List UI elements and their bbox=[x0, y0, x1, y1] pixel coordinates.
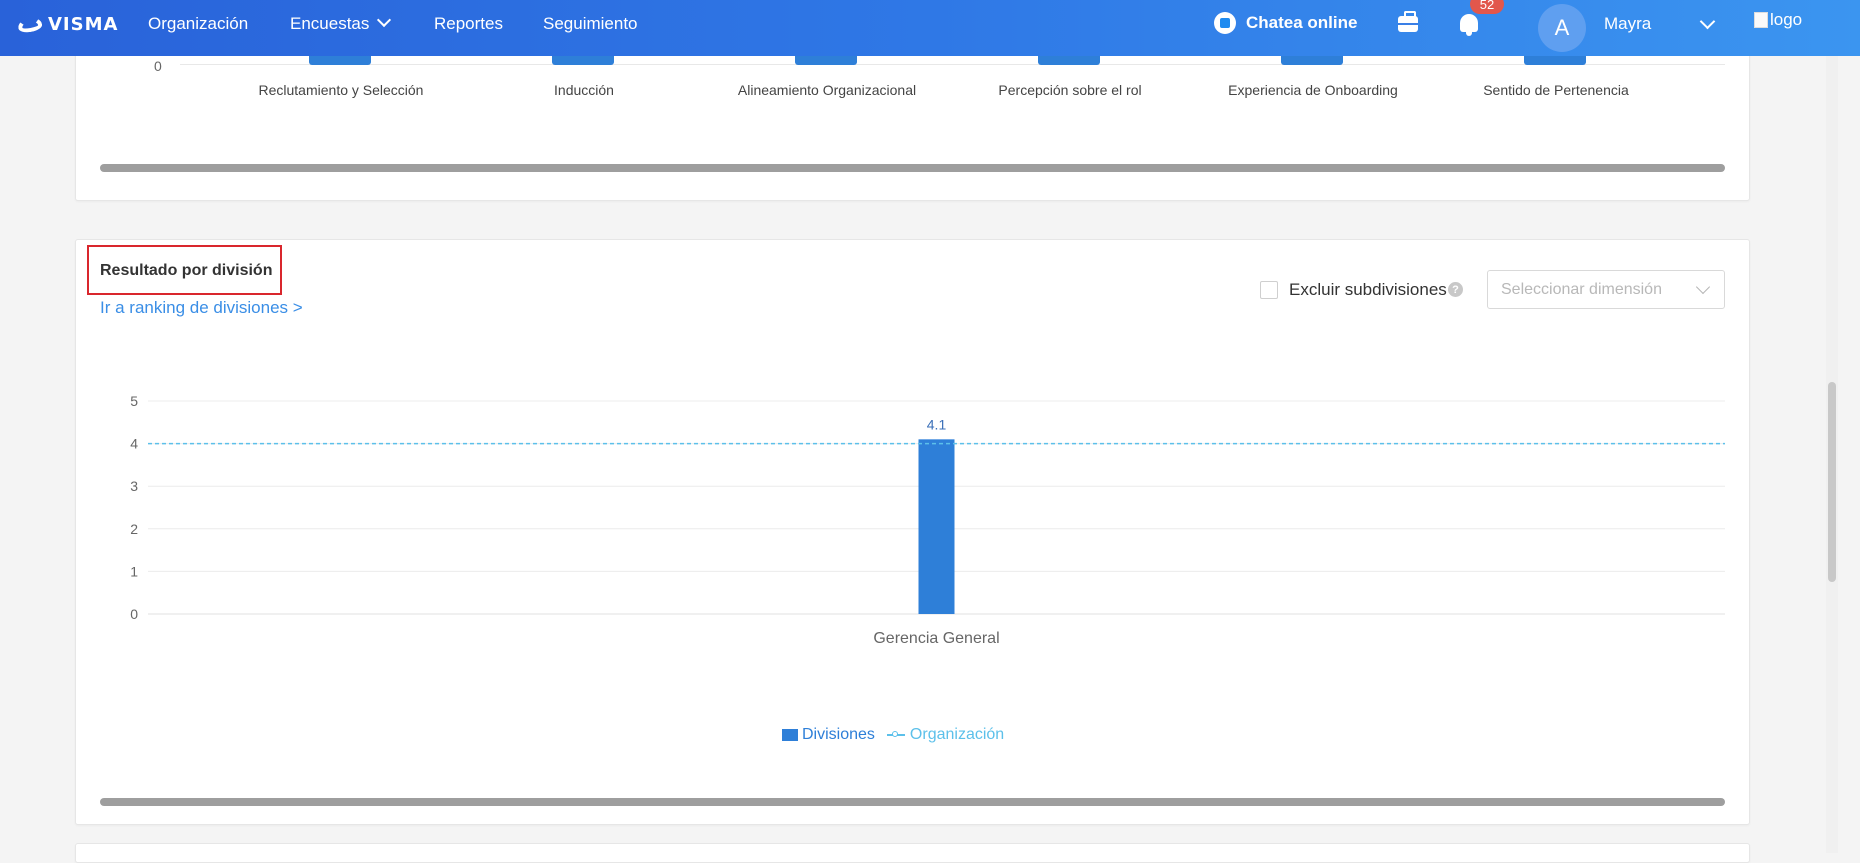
bar[interactable] bbox=[918, 439, 955, 614]
nav-item-reportes[interactable]: Reportes bbox=[434, 14, 503, 34]
y-tick-label: 5 bbox=[130, 393, 138, 409]
user-name[interactable]: Mayra bbox=[1604, 14, 1651, 34]
legend-item-organization[interactable]: Organización bbox=[886, 726, 1005, 744]
chat-icon bbox=[1214, 12, 1236, 34]
data-label: 4.1 bbox=[927, 416, 947, 432]
y-tick-label: 0 bbox=[130, 606, 138, 622]
chat-label: Chatea online bbox=[1246, 13, 1358, 32]
notification-badge: 52 bbox=[1470, 0, 1504, 14]
y-tick-label: 4 bbox=[130, 436, 138, 452]
broken-image-icon bbox=[1754, 12, 1768, 28]
chevron-down-icon[interactable] bbox=[1699, 13, 1716, 30]
nav-item-encuestas[interactable]: Encuestas bbox=[290, 12, 392, 34]
chat-online-button[interactable]: Chatea online bbox=[1214, 12, 1357, 34]
legend-swatch bbox=[886, 731, 905, 737]
chart-legend: Divisiones Organización bbox=[782, 726, 1004, 744]
scrollbar-thumb[interactable] bbox=[1828, 382, 1836, 582]
x-tick-label: Gerencia General bbox=[873, 630, 999, 647]
y-tick-label: 3 bbox=[130, 478, 138, 494]
visma-logo[interactable]: VISMA bbox=[16, 14, 119, 35]
bell-icon[interactable] bbox=[1460, 14, 1478, 36]
nav-item-seguimiento[interactable]: Seguimiento bbox=[543, 14, 638, 34]
legend-item-divisions[interactable]: Divisiones bbox=[782, 726, 875, 744]
nav-item-organizacion[interactable]: Organización bbox=[148, 14, 248, 34]
avatar[interactable]: A bbox=[1538, 4, 1586, 52]
briefcase-icon[interactable] bbox=[1398, 11, 1418, 32]
legend-organization-label: Organización bbox=[909, 726, 1005, 743]
top-navigation-bar: VISMA Organización Encuestas Reportes Se… bbox=[0, 0, 1860, 56]
company-logo: logo bbox=[1754, 10, 1802, 30]
brand-name: VISMA bbox=[48, 14, 119, 35]
y-tick-label: 1 bbox=[130, 563, 138, 579]
horizontal-scrollbar[interactable] bbox=[100, 798, 1725, 806]
y-tick-label: 2 bbox=[130, 521, 138, 537]
chevron-down-icon bbox=[377, 12, 392, 28]
visma-mark-icon bbox=[16, 15, 44, 34]
next-card bbox=[75, 843, 1750, 863]
legend-swatch bbox=[782, 728, 798, 741]
legend-divisions-label: Divisiones bbox=[802, 726, 875, 743]
logo-alt-text: logo bbox=[1770, 10, 1803, 29]
vertical-scrollbar[interactable] bbox=[1826, 56, 1838, 853]
nav-item-encuestas-label: Encuestas bbox=[290, 14, 370, 33]
